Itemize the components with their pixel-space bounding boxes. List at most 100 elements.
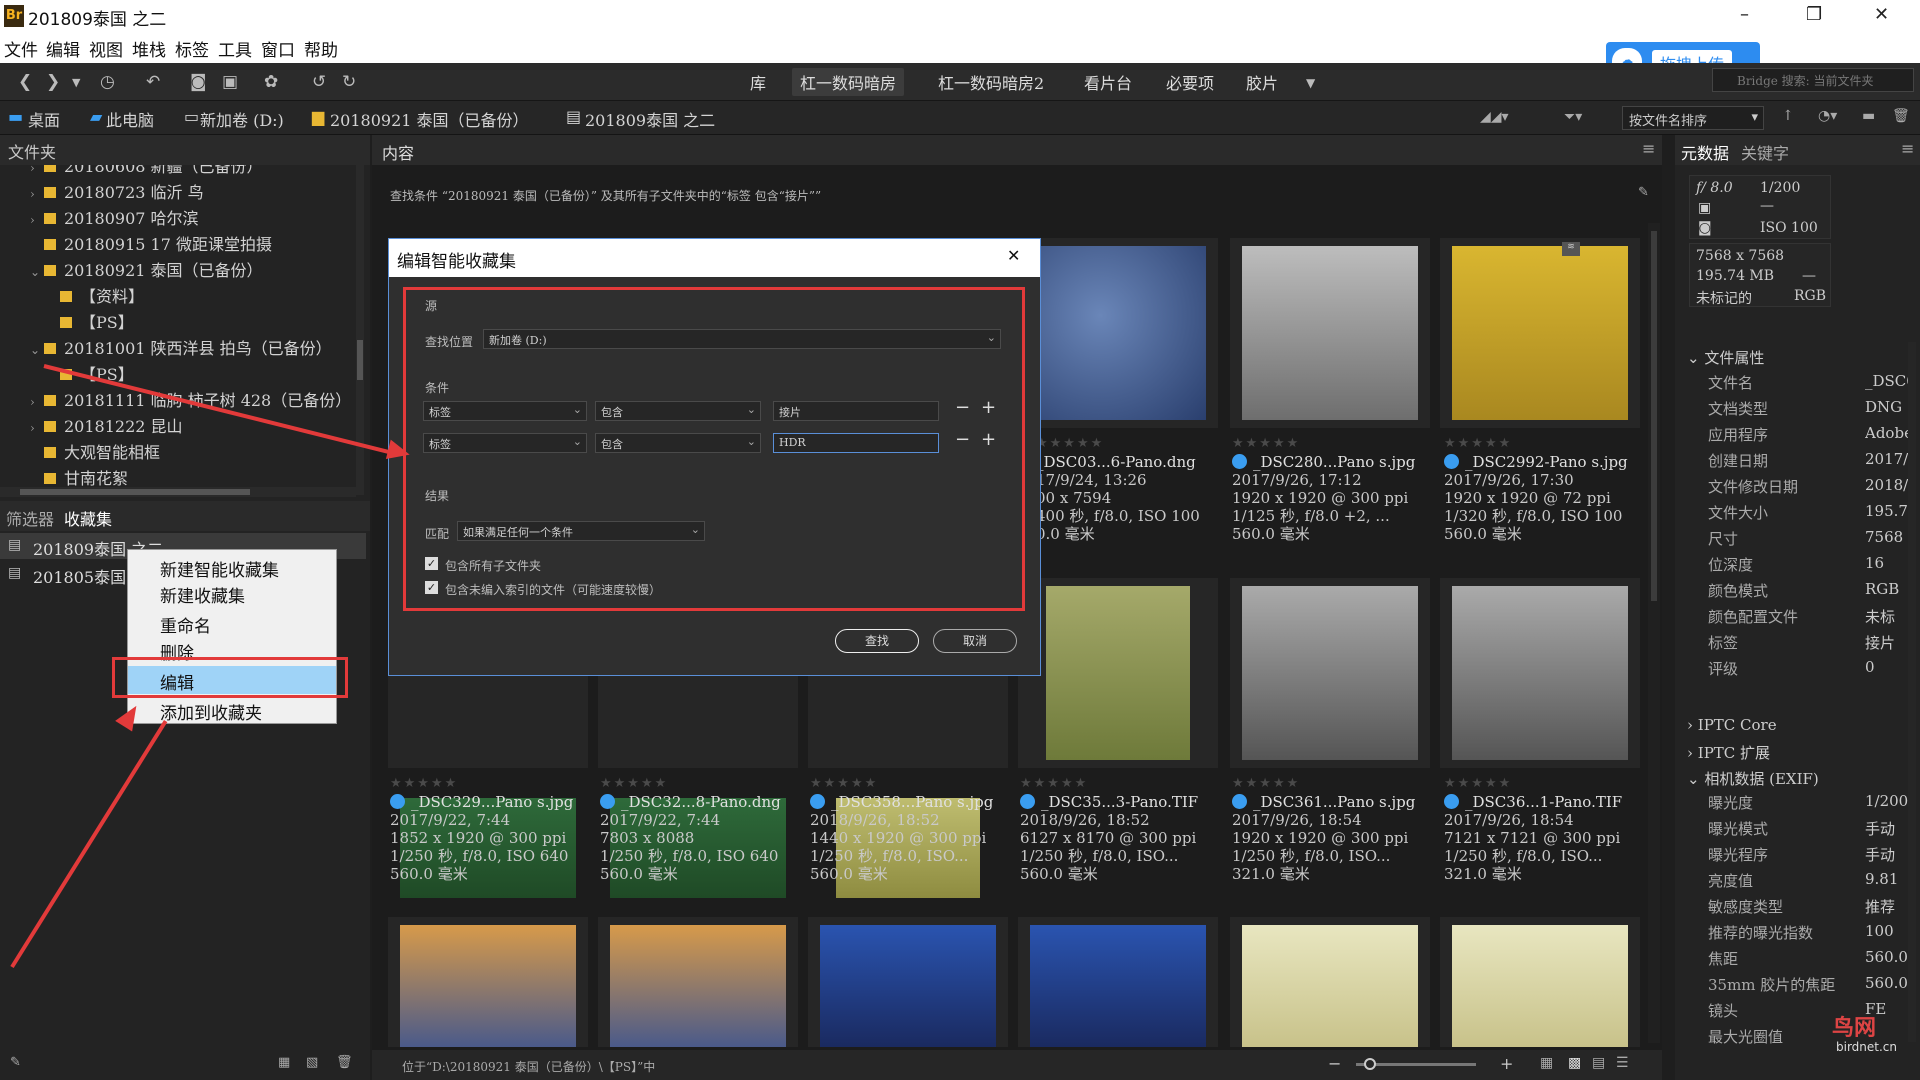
rating-stars[interactable]: ★★★★★	[600, 775, 781, 793]
tree-item[interactable]: 【PS】	[60, 309, 134, 335]
rating-stars[interactable]: ★★★★★	[1232, 775, 1415, 793]
filter-icon[interactable]: ⏷▾	[1564, 109, 1582, 125]
edit-query-icon[interactable]: ✎	[1638, 185, 1649, 200]
rating-stars[interactable]: ★★★★★	[1036, 435, 1200, 453]
menu-label[interactable]: 标签	[175, 36, 209, 61]
new-collection-icon[interactable]: ▧	[306, 1055, 318, 1070]
breadcrumb-pc[interactable]: 此电脑	[106, 107, 154, 131]
criteria-field-select[interactable]: 标签 ⌄	[423, 401, 587, 421]
criteria-field-select[interactable]: 标签 ⌄	[423, 433, 587, 453]
look-in-select[interactable]: 新加卷 (D:) ⌄	[483, 329, 1001, 349]
breadcrumb-collection[interactable]: 201809泰国 之二	[585, 107, 715, 131]
menu-stack[interactable]: 堆栈	[132, 36, 166, 61]
camera-icon[interactable]: ◙	[190, 72, 207, 92]
grid-view-icon[interactable]: ▦	[1540, 1055, 1553, 1071]
section-iptc-core[interactable]: › IPTC Core	[1687, 716, 1777, 734]
tab-metadata[interactable]: 元数据	[1681, 140, 1729, 164]
workspace-filmstrip[interactable]: 胶片	[1246, 70, 1278, 94]
thumbnail[interactable]	[808, 917, 1008, 1047]
stack-icon[interactable]: ≋	[1562, 242, 1580, 256]
dialog-close-icon[interactable]: ✕	[1007, 246, 1020, 265]
breadcrumb-desktop[interactable]: 桌面	[28, 107, 60, 131]
zoom-in-icon[interactable]: +	[1500, 1054, 1513, 1073]
content-scrollbar[interactable]	[1648, 223, 1660, 1043]
tree-item[interactable]: 【资料】	[60, 283, 144, 309]
workspace-lighttable[interactable]: 看片台	[1084, 70, 1132, 94]
criteria-op-select[interactable]: 包含 ⌄	[595, 401, 761, 421]
add-criteria-icon[interactable]: +	[981, 429, 996, 450]
tree-hscrollbar[interactable]	[0, 487, 356, 497]
tree-item[interactable]: › 20180723 临沂 鸟	[30, 179, 204, 205]
thumbnail[interactable]	[1440, 578, 1640, 768]
rotate-right-icon[interactable]: ↻	[342, 72, 356, 92]
return-icon[interactable]: ↶	[146, 72, 160, 92]
detail-view-icon[interactable]: ▤	[1592, 1055, 1605, 1071]
delete-collection-icon[interactable]: 🗑	[336, 1055, 353, 1070]
menu-add-to-favorites[interactable]: 添加到收藏夹	[128, 696, 336, 724]
menu-edit[interactable]: 编辑	[46, 36, 80, 61]
tab-keywords[interactable]: 关键字	[1741, 140, 1789, 164]
zoom-slider-handle[interactable]	[1364, 1058, 1376, 1070]
tree-item[interactable]: ⌄ 20181001 陕西洋县 拍鸟（已备份）	[30, 335, 332, 361]
rating-stars[interactable]: ★★★★★	[1020, 775, 1198, 793]
refine-icon[interactable]: ✿	[264, 72, 278, 92]
tab-content[interactable]: 内容	[382, 140, 414, 164]
thumbnail[interactable]	[1018, 917, 1218, 1047]
maximize-button[interactable]: ❐	[1806, 4, 1822, 25]
zoom-slider[interactable]	[1356, 1058, 1476, 1070]
sort-select[interactable]: 按文件名排序 ▾	[1622, 106, 1764, 130]
new-folder-icon[interactable]: ▬	[1862, 108, 1875, 124]
rating-stars[interactable]: ★★★★★	[1444, 775, 1622, 793]
thumbnail[interactable]	[1440, 917, 1640, 1047]
new-smart-collection-icon[interactable]: ▦	[278, 1055, 290, 1070]
rotate-left-icon[interactable]: ↺	[312, 72, 326, 92]
close-button[interactable]: ✕	[1874, 4, 1889, 25]
search-input[interactable]: Bridge 搜索: 当前文件夹	[1712, 68, 1914, 92]
thumbnail[interactable]	[1018, 578, 1218, 768]
add-criteria-icon[interactable]: +	[981, 397, 996, 418]
section-file-properties[interactable]: ⌄ 文件属性	[1687, 347, 1764, 368]
rating-stars[interactable]: ★★★★★	[1444, 435, 1628, 453]
menu-help[interactable]: 帮助	[304, 36, 338, 61]
list-view-icon[interactable]: ☰	[1616, 1055, 1629, 1071]
sort-direction-icon[interactable]: ↑	[1782, 108, 1794, 124]
criteria-value-input[interactable]: HDR	[773, 433, 939, 453]
open-recent-icon[interactable]: ◔▾	[1818, 108, 1837, 124]
tree-item[interactable]: ⌄ 20180921 泰国（已备份）	[30, 257, 263, 283]
breadcrumb-folder[interactable]: 20180921 泰国（已备份）	[330, 107, 529, 131]
workspace-darkroom[interactable]: 杠一数码暗房	[792, 68, 905, 96]
panel-menu-icon[interactable]: ≡	[1901, 139, 1914, 158]
thumbnail[interactable]	[388, 917, 588, 1047]
forward-icon[interactable]: ❯	[46, 72, 60, 92]
breadcrumb-drive[interactable]: 新加卷 (D:)	[200, 107, 284, 131]
tree-item[interactable]: › 20180907 哈尔滨	[30, 205, 199, 231]
section-exif[interactable]: ⌄ 相机数据 (EXIF)	[1687, 768, 1819, 789]
criteria-op-select[interactable]: 包含 ⌄	[595, 433, 761, 453]
thumbnail[interactable]	[1018, 238, 1218, 428]
panel-menu-icon[interactable]: ≡	[1642, 139, 1655, 158]
tree-item[interactable]: 20180915 17 微距课堂拍摄	[30, 231, 272, 257]
workspace-library[interactable]: 库	[750, 70, 766, 94]
tree-item[interactable]: 大观智能相框	[30, 439, 160, 465]
include-unindexed-checkbox[interactable]: ✓	[425, 581, 438, 594]
menu-new-collection[interactable]: 新建收藏集	[128, 579, 336, 607]
workspace-darkroom2[interactable]: 杠一数码暗房2	[938, 70, 1044, 94]
zoom-out-icon[interactable]: −	[1328, 1054, 1341, 1073]
chevron-down-icon[interactable]: ▼	[72, 76, 80, 89]
menu-rename[interactable]: 重命名	[128, 609, 336, 637]
trash-icon[interactable]: 🗑	[1892, 108, 1910, 124]
menu-file[interactable]: 文件	[4, 36, 38, 61]
cancel-button[interactable]: 取消	[933, 629, 1017, 653]
rating-stars[interactable]: ★★★★★	[810, 775, 993, 793]
recent-icon[interactable]: ◷	[100, 72, 115, 92]
thumbnail[interactable]	[1230, 578, 1430, 768]
metadata-scrollbar[interactable]	[1908, 342, 1916, 1042]
tab-folders[interactable]: 文件夹	[8, 139, 56, 163]
workspace-more-icon[interactable]: ▼	[1306, 76, 1315, 90]
thumbnail[interactable]	[1440, 238, 1640, 428]
thumbnail-view-icon[interactable]: ▩	[1568, 1055, 1581, 1071]
remove-criteria-icon[interactable]: −	[955, 397, 970, 418]
menu-new-smart-collection[interactable]: 新建智能收藏集	[128, 553, 336, 581]
quality-icon[interactable]: ◢◢▾	[1480, 109, 1509, 125]
tree-item[interactable]: › 20181222 昆山	[30, 413, 183, 439]
